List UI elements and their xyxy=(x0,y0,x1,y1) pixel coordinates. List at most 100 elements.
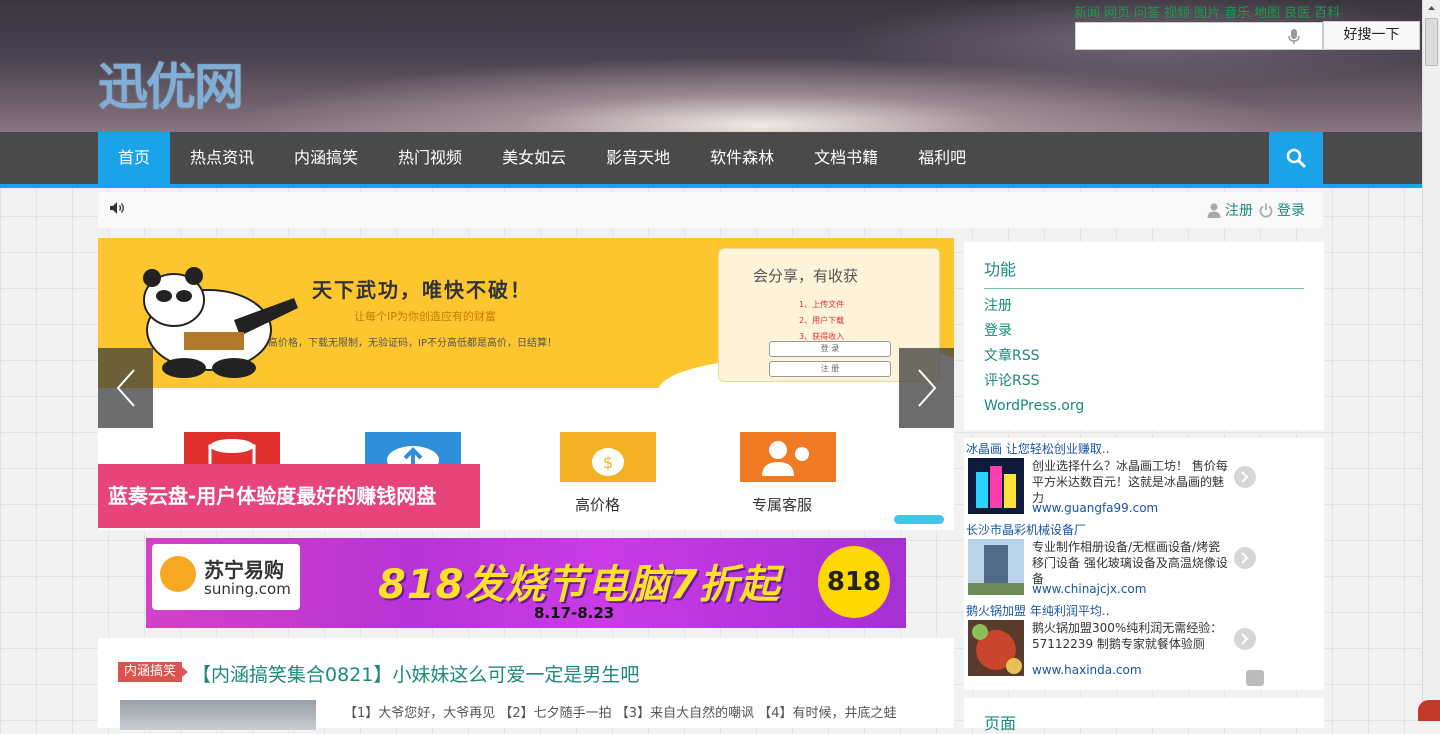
ad-description: 创业选择什么？冰晶画工坊！ 售价每平方米达数百元！这就是冰晶画的魅力 xyxy=(1032,459,1228,505)
register-link[interactable]: 注册 xyxy=(1225,200,1253,220)
top-link-image[interactable]: 图片 xyxy=(1194,6,1220,21)
slider-indicator[interactable] xyxy=(894,515,944,524)
chevron-right-icon xyxy=(918,369,937,407)
banner-date: 8.17-8.23 xyxy=(534,604,615,622)
nav-item-media[interactable]: 影音天地 xyxy=(586,132,690,184)
header-search-input[interactable] xyxy=(1075,22,1323,50)
widget-link-wordpress[interactable]: WordPress.org xyxy=(984,394,1084,419)
search-engine-links: 新闻 网页 问答 视频 图片 音乐 地图 良医 百科 xyxy=(1074,2,1344,21)
widget-link-register[interactable]: 注册 xyxy=(984,294,1084,319)
power-icon xyxy=(1259,203,1273,217)
ad-title[interactable]: 鹅火锅加盟 年纯利润平均.. xyxy=(966,602,1109,619)
article-card: 内涵搞笑 【内涵搞笑集合0821】小妹妹这么可爱一定是男生吧 【1】大爷您好，大… xyxy=(98,638,954,730)
ad-url[interactable]: www.guangfa99.com xyxy=(1032,501,1158,515)
chevron-right-icon xyxy=(1241,471,1249,483)
category-tag[interactable]: 内涵搞笑 xyxy=(118,662,189,682)
suning-logo: 苏宁易购 suning.com xyxy=(152,544,300,610)
ad-choices-icon[interactable] xyxy=(1246,670,1264,686)
chevron-left-icon xyxy=(116,369,135,407)
auth-links: 注册 登录 xyxy=(1207,200,1305,220)
card-register-button: 注 册 xyxy=(769,361,891,377)
slide-caption[interactable]: 蓝奏云盘-用户体验度最好的赚钱网盘 xyxy=(98,464,480,528)
card-step: 2、用户下载 xyxy=(799,316,845,325)
nav-search-button[interactable] xyxy=(1269,132,1323,184)
widget-link-comments-rss[interactable]: 评论RSS xyxy=(984,369,1084,394)
nav-item-videos[interactable]: 热门视频 xyxy=(378,132,482,184)
feature-label: 专属客服 xyxy=(752,496,813,514)
card-step: 1、上传文件 xyxy=(799,300,845,309)
site-logo[interactable]: 迅优网 xyxy=(98,56,244,118)
header-search-button[interactable]: 好搜一下 xyxy=(1323,21,1420,50)
customer-service-icon xyxy=(740,432,836,482)
nav-item-hot-news[interactable]: 热点资讯 xyxy=(170,132,274,184)
chevron-right-icon xyxy=(1241,633,1249,645)
lion-icon xyxy=(160,556,196,592)
article-excerpt: 【1】大爷您好，大爷再见 【2】七夕随手一拍 【3】来自大自然的嘲讽 【4】有时… xyxy=(344,706,897,721)
ad-url[interactable]: www.haxinda.com xyxy=(1032,663,1142,677)
widget-title: 页面 xyxy=(984,714,1017,733)
top-link-music[interactable]: 音乐 xyxy=(1224,6,1250,21)
top-link-web[interactable]: 网页 xyxy=(1104,6,1130,21)
slider-prev-button[interactable] xyxy=(98,348,153,428)
top-link-baike[interactable]: 百科 xyxy=(1314,6,1340,21)
sidebar-ads: 冰晶画 让您轻松创业赚取.. 创业选择什么？冰晶画工坊！ 售价每平方米达数百元！… xyxy=(964,438,1324,690)
ad-item[interactable]: 鹅火锅加盟 年纯利润平均.. 鹅火锅加盟300%纯利润无需经验：57112239… xyxy=(964,600,1324,681)
nav-item-books[interactable]: 文档书籍 xyxy=(794,132,898,184)
widget-title: 功能 xyxy=(984,260,1017,279)
ad-arrow-button[interactable] xyxy=(1234,628,1256,650)
top-link-qa[interactable]: 问答 xyxy=(1134,6,1160,21)
banner-headline: 818发烧节电脑7折起 xyxy=(378,562,781,608)
top-link-map[interactable]: 地图 xyxy=(1254,6,1280,21)
divider xyxy=(984,288,1304,289)
site-header: 迅优网 新闻 网页 问答 视频 图片 音乐 地图 良医 百科 xyxy=(0,0,1422,132)
ad-description: 专业制作相册设备/无框画设备/烤瓷移门设备 强化玻璃设备及高温烧像设备 xyxy=(1032,540,1228,586)
ad-image[interactable] xyxy=(968,458,1024,514)
ad-item[interactable]: 冰晶画 让您轻松创业赚取.. 创业选择什么？冰晶画工坊！ 售价每平方米达数百元！… xyxy=(964,438,1324,519)
ad-image[interactable] xyxy=(968,539,1024,595)
brand-domain: suning.com xyxy=(204,580,291,598)
scroll-up-arrow-icon[interactable] xyxy=(1425,1,1438,15)
nav-item-welfare[interactable]: 福利吧 xyxy=(898,132,986,184)
ad-title[interactable]: 冰晶画 让您轻松创业赚取.. xyxy=(966,440,1109,457)
ad-image[interactable] xyxy=(968,620,1024,676)
slider-next-button[interactable] xyxy=(899,348,954,428)
top-link-video[interactable]: 视频 xyxy=(1164,6,1190,21)
search-icon xyxy=(1286,148,1306,168)
svg-text:$: $ xyxy=(603,453,613,472)
pages-widget: 页面 xyxy=(964,698,1324,733)
scroll-thumb[interactable] xyxy=(1425,18,1438,66)
nav-item-funny[interactable]: 内涵搞笑 xyxy=(274,132,378,184)
floating-badge-icon[interactable] xyxy=(1418,700,1440,721)
featured-slider[interactable]: 天下武功，唯快不破！ 让每个IP为你创造应有的财富 高价格，下载无限制，无验证码… xyxy=(98,238,954,530)
nav-accent-line xyxy=(0,184,1422,188)
banner-badge: 818 xyxy=(818,546,890,618)
article-title[interactable]: 【内涵搞笑集合0821】小妹妹这么可爱一定是男生吧 xyxy=(192,660,639,687)
ad-arrow-button[interactable] xyxy=(1234,466,1256,488)
chevron-right-icon xyxy=(1241,552,1249,564)
ad-title[interactable]: 长沙市晶彩机械设备厂 xyxy=(966,521,1086,538)
slide-description: 高价格，下载无限制，无验证码，IP不分高低都是高价，日结算！ xyxy=(268,338,557,349)
user-icon xyxy=(1207,202,1221,218)
ad-arrow-button[interactable] xyxy=(1234,547,1256,569)
suning-banner-ad[interactable]: 苏宁易购 suning.com 818发烧节电脑7折起 8.17-8.23 81… xyxy=(146,538,906,628)
widget-links: 注册 登录 文章RSS 评论RSS WordPress.org xyxy=(984,294,1084,419)
brand-name: 苏宁易购 xyxy=(204,558,284,582)
nav-item-software[interactable]: 软件森林 xyxy=(690,132,794,184)
card-title: 会分享，有收获 xyxy=(753,267,859,285)
widget-link-entries-rss[interactable]: 文章RSS xyxy=(984,344,1084,369)
main-nav: 首页 热点资讯 内涵搞笑 热门视频 美女如云 影音天地 软件森林 文档书籍 福利… xyxy=(0,132,1422,184)
ad-description: 鹅火锅加盟300%纯利润无需经验：57112239 制鹅专家就餐体验厕 xyxy=(1032,621,1223,651)
feature-label: 高价格 xyxy=(575,496,621,514)
widget-link-login[interactable]: 登录 xyxy=(984,319,1084,344)
top-link-news[interactable]: 新闻 xyxy=(1074,6,1100,21)
top-link-doctor[interactable]: 良医 xyxy=(1284,6,1310,21)
page-scrollbar[interactable] xyxy=(1422,0,1440,721)
slide-subline: 让每个IP为你创造应有的财富 xyxy=(354,310,496,323)
nav-item-beauty[interactable]: 美女如云 xyxy=(482,132,586,184)
microphone-icon[interactable] xyxy=(1288,29,1300,45)
nav-item-home[interactable]: 首页 xyxy=(98,132,171,184)
article-thumbnail[interactable] xyxy=(120,700,316,730)
ad-item[interactable]: 长沙市晶彩机械设备厂 专业制作相册设备/无框画设备/烤瓷移门设备 强化玻璃设备及… xyxy=(964,519,1324,600)
ad-url[interactable]: www.chinajcjx.com xyxy=(1032,582,1146,596)
login-link[interactable]: 登录 xyxy=(1277,200,1305,220)
